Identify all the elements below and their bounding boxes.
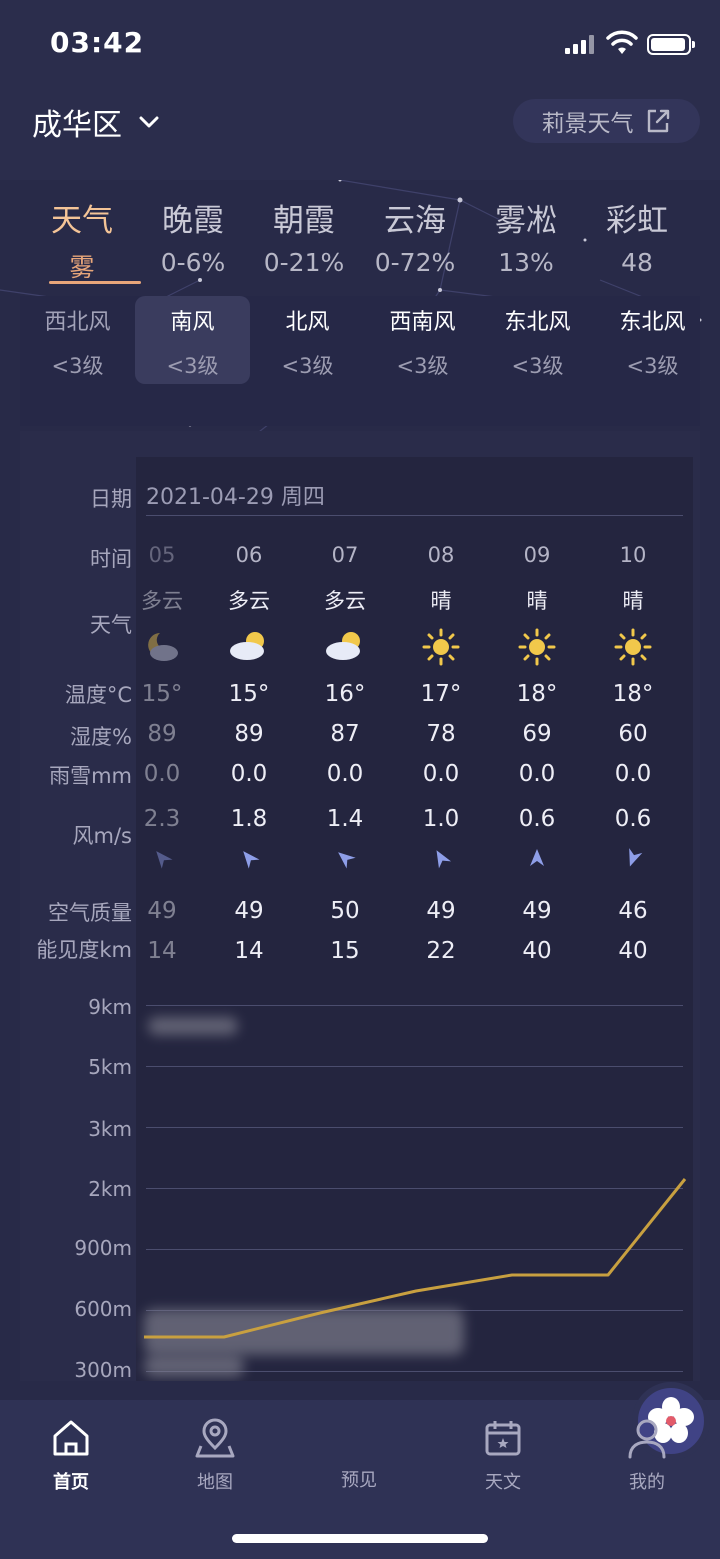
label-visibility: 能见度km xyxy=(36,938,132,962)
wind-direction: 北风 xyxy=(285,310,330,335)
nav-home[interactable]: 首页 xyxy=(23,1416,119,1494)
tab-label: 云海 xyxy=(384,203,446,239)
nav-label: 首页 xyxy=(53,1472,89,1493)
wind-item[interactable]: 北风 <3级 xyxy=(250,296,365,384)
location-name: 成华区 xyxy=(32,108,122,143)
label-precipitation: 雨雪mm xyxy=(49,764,132,788)
tab-label: 彩虹 xyxy=(606,203,668,239)
label-date: 日期 xyxy=(90,487,132,511)
tab-weather[interactable]: 天气 雾 xyxy=(26,195,138,284)
nav-forecast[interactable]: 预见 xyxy=(311,1382,710,1492)
wind-direction: 东北风 xyxy=(619,310,686,335)
chevron-down-icon xyxy=(139,116,159,128)
altitude-label: 2km xyxy=(88,1177,132,1201)
wind-item-selected[interactable]: 南风 <3级 xyxy=(135,296,250,384)
tab-sea-of-clouds[interactable]: 云海 0-72% xyxy=(359,195,471,277)
altitude-label: 9km xyxy=(88,995,132,1019)
wind-strip: 西北风 <3级 南风 <3级 北风 <3级 西南风 <3级 东北风 <3级 东北… xyxy=(20,296,700,426)
tab-label: 晚霞 xyxy=(162,203,224,239)
share-brand-button[interactable]: 莉景天气 xyxy=(513,99,700,143)
home-indicator[interactable] xyxy=(232,1534,488,1543)
wind-level: <3级 xyxy=(626,354,679,378)
active-tab-indicator xyxy=(49,281,141,284)
wind-level: <3级 xyxy=(281,354,334,378)
wind-item[interactable]: 东北风 <3级 xyxy=(480,296,595,384)
nav-label: 预见 xyxy=(341,1470,377,1491)
home-icon xyxy=(53,1420,89,1456)
wind-direction: 西南风 xyxy=(389,310,456,335)
tab-label: 雾凇 xyxy=(495,203,557,239)
tab-sunrise-glow[interactable]: 朝霞 0-21% xyxy=(248,195,360,277)
wind-item[interactable]: 东北风 <3级 xyxy=(595,296,710,384)
altitude-label: 900m xyxy=(74,1236,132,1260)
tab-value: 48 xyxy=(621,248,653,277)
wind-direction: 南风 xyxy=(170,310,215,335)
status-bar: 03:42 xyxy=(0,0,720,90)
label-humidity: 湿度% xyxy=(70,725,132,749)
label-air-quality: 空气质量 xyxy=(48,901,132,925)
tab-sunset-glow[interactable]: 晚霞 0-6% xyxy=(137,195,249,277)
tab-value: 0-21% xyxy=(263,248,345,277)
share-icon xyxy=(647,109,669,133)
nav-label: 天文 xyxy=(485,1472,521,1493)
label-time: 时间 xyxy=(90,547,132,571)
brand-label: 莉景天气 xyxy=(541,111,634,137)
wind-item[interactable]: 西南风 <3级 xyxy=(365,296,480,384)
row-labels: 日期 时间 天气 温度°C 湿度% 雨雪mm 风m/s 空气质量 能见度km 9… xyxy=(20,431,132,1382)
tab-rainbow[interactable]: 彩虹 48 xyxy=(581,195,693,277)
nav-astronomy[interactable]: 天文 xyxy=(455,1416,551,1494)
label-wind: 风m/s xyxy=(72,824,132,848)
wind-level: <3级 xyxy=(166,354,219,378)
wind-item[interactable]: 西北风 <3级 xyxy=(20,296,135,384)
calendar-icon xyxy=(485,1421,521,1456)
label-temperature: 温度°C xyxy=(64,683,132,707)
nav-label: 我的 xyxy=(629,1472,665,1493)
nav-label: 地图 xyxy=(197,1472,233,1493)
wind-direction: 西北风 xyxy=(44,310,111,335)
altitude-label: 300m xyxy=(74,1358,132,1382)
wind-level: <3级 xyxy=(511,354,564,378)
wind-level: <3级 xyxy=(396,354,449,378)
tab-rime[interactable]: 雾凇 13% xyxy=(470,195,582,277)
tab-value: 雾 xyxy=(69,253,95,282)
battery-icon xyxy=(647,34,695,55)
label-weather: 天气 xyxy=(90,613,132,637)
user-icon xyxy=(628,1419,666,1459)
signal-icon xyxy=(565,34,595,54)
hourly-grid[interactable]: 2021-04-29 周四 05 多云 15° 89 0.0 2.3 49 14… xyxy=(136,457,693,1381)
nav-profile[interactable]: 我的 xyxy=(599,1416,695,1494)
tab-value: 0-72% xyxy=(374,248,456,277)
tab-label: 朝霞 xyxy=(273,203,335,239)
location-selector[interactable]: 成华区 xyxy=(32,100,166,144)
tab-value: 0-6% xyxy=(160,248,226,277)
map-pin-icon xyxy=(195,1418,235,1458)
wifi-icon xyxy=(606,30,638,54)
status-time: 03:42 xyxy=(50,26,145,59)
category-tabs: 天气 雾 晚霞 0-6% 朝霞 0-21% 云海 0-72% 雾凇 13% 彩虹… xyxy=(20,195,700,295)
nav-map[interactable]: 地图 xyxy=(167,1416,263,1494)
altitude-label: 600m xyxy=(74,1297,132,1321)
wind-level: <3级 xyxy=(51,354,104,378)
altitude-label: 3km xyxy=(88,1117,132,1141)
tab-label: 天气 xyxy=(51,203,113,239)
tab-value: 13% xyxy=(498,248,554,277)
cloud-base-line-chart xyxy=(144,1178,687,1339)
altitude-label: 5km xyxy=(88,1055,132,1079)
app-header: 03:42 成华区 莉景天气 xyxy=(0,0,720,180)
wind-direction: 东北风 xyxy=(504,310,571,335)
